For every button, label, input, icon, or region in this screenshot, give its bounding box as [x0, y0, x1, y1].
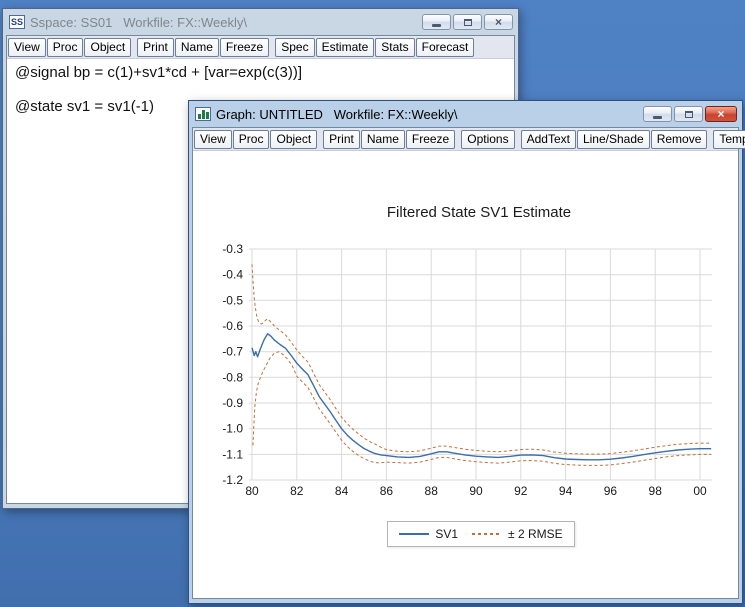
solid-line-sample: [399, 533, 430, 535]
close-button[interactable]: ×: [484, 14, 513, 30]
restore-button[interactable]: [453, 14, 482, 30]
legend-label: SV1: [435, 527, 459, 541]
toolbar-button-freeze[interactable]: Freeze: [219, 37, 270, 57]
dashed-line-sample: [472, 533, 503, 535]
svg-text:-0.7: -0.7: [222, 345, 243, 359]
toolbar-button-spec[interactable]: Spec: [275, 37, 315, 57]
svg-text:94: 94: [559, 484, 573, 498]
graph-window-controls: ×: [643, 106, 737, 122]
chart-legend: SV1 ± 2 RMSE: [387, 521, 575, 547]
toolbar-button-name[interactable]: Name: [174, 37, 219, 57]
legend-item: SV1: [399, 527, 458, 541]
close-icon: ×: [494, 15, 502, 29]
svg-text:80: 80: [245, 484, 259, 498]
minimize-button[interactable]: [643, 106, 672, 122]
svg-text:90: 90: [469, 484, 483, 498]
svg-text:-1.0: -1.0: [222, 422, 243, 436]
sspace-icon: SS: [9, 15, 25, 29]
toolbar-group: TemplateZoom: [713, 129, 745, 149]
close-icon: ×: [717, 107, 725, 121]
svg-text:-1.1: -1.1: [222, 447, 243, 461]
svg-text:88: 88: [425, 484, 439, 498]
bar-chart-icon: [195, 107, 211, 121]
toolbar-group: Options: [461, 129, 515, 149]
svg-text:-1.2: -1.2: [222, 473, 243, 487]
graph-toolbar: View Proc Object Print Name Freeze Options AddT…: [193, 128, 745, 151]
minimize-icon: [432, 23, 441, 27]
graph-client-area[interactable]: Filtered State SV1 Estimate -0.3 -0.4 -0.5…: [193, 151, 738, 598]
close-button[interactable]: ×: [705, 106, 737, 122]
minimize-button[interactable]: [422, 14, 451, 30]
svg-text:-0.8: -0.8: [222, 370, 243, 384]
sspace-window-controls: ×: [422, 14, 513, 30]
restore-button[interactable]: [674, 106, 703, 122]
toolbar-group: Print Name Freeze: [137, 37, 270, 57]
svg-text:-0.9: -0.9: [222, 396, 243, 410]
svg-text:82: 82: [290, 484, 304, 498]
svg-text:-0.4: -0.4: [222, 268, 243, 282]
sspace-toolbar: View Proc Object Print Name Freeze Spec Estimat…: [7, 36, 514, 59]
svg-text:92: 92: [514, 484, 528, 498]
toolbar-button-addtext[interactable]: AddText: [520, 129, 576, 149]
toolbar-group: Print Name Freeze: [323, 129, 456, 149]
svg-text:84: 84: [335, 484, 349, 498]
svg-text:98: 98: [649, 484, 663, 498]
sspace-window-title: Sspace: SS01 Workfile: FX::Weekly\: [30, 14, 247, 30]
legend-label: ± 2 RMSE: [508, 527, 563, 541]
graph-window-title: Graph: UNTITLED Workfile: FX::Weekly\: [216, 106, 458, 122]
toolbar-button-line-shade[interactable]: Line/Shade: [576, 129, 650, 149]
restore-icon: [684, 110, 693, 118]
toolbar-button-options[interactable]: Options: [461, 129, 515, 149]
toolbar-button-name[interactable]: Name: [360, 129, 405, 149]
toolbar-button-proc[interactable]: Proc: [232, 129, 270, 149]
toolbar-group: Spec Estimate Stats Forecast: [275, 37, 475, 57]
svg-text:-0.3: -0.3: [222, 242, 243, 256]
graph-window: Graph: UNTITLED Workfile: FX::Weekly\ × …: [188, 100, 745, 604]
sspace-titlebar[interactable]: SS Sspace: SS01 Workfile: FX::Weekly\ ×: [6, 9, 515, 35]
toolbar-group: AddText Line/Shade Remove: [520, 129, 709, 149]
restore-icon: [463, 18, 472, 26]
graph-titlebar[interactable]: Graph: UNTITLED Workfile: FX::Weekly\ ×: [192, 101, 739, 127]
toolbar-button-freeze[interactable]: Freeze: [405, 129, 456, 149]
toolbar-button-proc[interactable]: Proc: [46, 37, 84, 57]
svg-text:86: 86: [380, 484, 394, 498]
toolbar-button-view[interactable]: View: [194, 129, 232, 149]
toolbar-button-estimate[interactable]: Estimate: [315, 37, 375, 57]
toolbar-button-forecast[interactable]: Forecast: [415, 37, 475, 57]
toolbar-group: View Proc Object: [8, 37, 132, 57]
legend-item: ± 2 RMSE: [472, 527, 563, 541]
toolbar-button-object[interactable]: Object: [270, 129, 318, 149]
svg-text:-0.6: -0.6: [222, 319, 243, 333]
toolbar-group: View Proc Object: [194, 129, 318, 149]
toolbar-button-object[interactable]: Object: [84, 37, 132, 57]
svg-text:-0.5: -0.5: [222, 293, 243, 307]
spec-line-signal: @signal bp = c(1)+sv1*cd + [var=exp(c(3)…: [15, 64, 303, 81]
toolbar-button-remove[interactable]: Remove: [650, 129, 708, 149]
svg-text:00: 00: [693, 484, 707, 498]
svg-text:96: 96: [604, 484, 618, 498]
toolbar-button-stats[interactable]: Stats: [375, 37, 415, 57]
minimize-icon: [653, 115, 662, 119]
toolbar-button-template[interactable]: Template: [713, 129, 745, 149]
toolbar-button-view[interactable]: View: [8, 37, 46, 57]
toolbar-button-print[interactable]: Print: [323, 129, 360, 149]
toolbar-button-print[interactable]: Print: [137, 37, 174, 57]
